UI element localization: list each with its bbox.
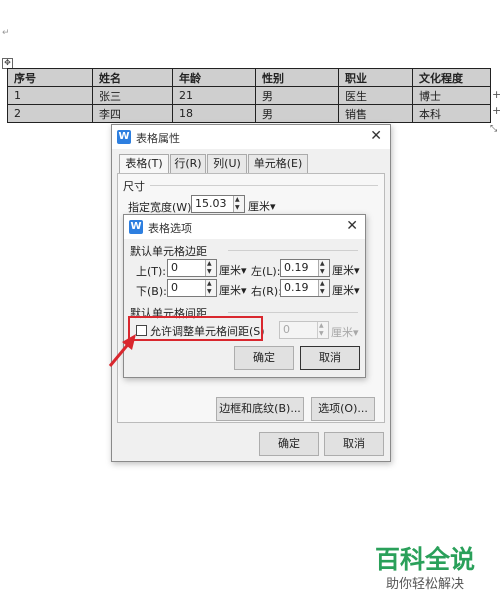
options-button[interactable]: 选项(O)... <box>311 397 375 421</box>
table-header-row: 序号 姓名 年龄 性别 职业 文化程度 <box>7 68 491 87</box>
close-icon[interactable]: ✕ <box>370 128 382 144</box>
table-cell[interactable]: 本科 <box>412 104 491 123</box>
table-header-cell[interactable]: 年龄 <box>172 68 256 87</box>
bottom-margin-spinner[interactable]: ▲ ▼ <box>205 280 216 296</box>
watermark-subtitle: 助你轻松解决 <box>386 577 465 592</box>
tab-cell[interactable]: 单元格(E) <box>248 154 308 173</box>
top-margin-spinner[interactable]: ▲ ▼ <box>205 260 216 276</box>
margins-section-divider <box>228 250 358 251</box>
table-header-cell[interactable]: 姓名 <box>92 68 173 87</box>
size-section-label: 尺寸 <box>123 180 145 193</box>
top-margin-label: 上(T): <box>136 265 167 278</box>
wps-app-icon: W <box>129 220 143 234</box>
width-input[interactable]: 15.03 ▲ ▼ <box>191 195 245 213</box>
margins-section-label: 默认单元格边距 <box>130 245 207 258</box>
table-header-cell[interactable]: 性别 <box>255 68 339 87</box>
tab-table[interactable]: 表格(T) <box>119 154 169 174</box>
dialog-title: 表格选项 <box>148 222 192 235</box>
bottom-margin-unit-select[interactable]: 厘米▾ <box>219 282 247 298</box>
left-margin-label: 左(L): <box>251 265 281 278</box>
right-margin-label: 右(R): <box>251 285 282 298</box>
top-margin-value: 0 <box>171 261 178 274</box>
annotation-arrow-icon <box>108 334 136 367</box>
top-margin-unit-select[interactable]: 厘米▾ <box>219 262 247 278</box>
spacing-spinner[interactable]: ▲ ▼ <box>317 322 328 338</box>
width-label: 指定宽度(W): <box>128 201 196 214</box>
right-margin-unit-select[interactable]: 厘米▾ <box>332 282 360 298</box>
cancel-button[interactable]: 取消 <box>324 432 384 456</box>
tab-bar: 表格(T) 行(R) 列(U) 单元格(E) <box>119 154 383 174</box>
left-margin-input[interactable]: 0.19 ▲ ▼ <box>280 259 330 277</box>
table-header-cell[interactable]: 职业 <box>338 68 413 87</box>
bottom-margin-label: 下(B): <box>136 285 167 298</box>
width-value: 15.03 <box>195 197 227 210</box>
ok-button[interactable]: 确定 <box>259 432 319 456</box>
wps-app-icon: W <box>117 130 131 144</box>
table-header-cell[interactable]: 文化程度 <box>412 68 491 87</box>
bottom-margin-value: 0 <box>171 281 178 294</box>
tab-column[interactable]: 列(U) <box>207 154 247 173</box>
left-margin-unit-select[interactable]: 厘米▾ <box>332 262 360 278</box>
table-cell[interactable]: 男 <box>255 104 339 123</box>
right-margin-value: 0.19 <box>284 281 309 294</box>
table-cell[interactable]: 男 <box>255 86 339 105</box>
right-margin-input[interactable]: 0.19 ▲ ▼ <box>280 279 330 297</box>
table-options-dialog: W 表格选项 ✕ 默认单元格边距 上(T): 0 ▲ ▼ 厘米▾ 左(L): 0.… <box>123 214 366 378</box>
watermark-title: 百科全说 <box>375 545 476 574</box>
add-row-icon[interactable]: + <box>492 104 500 117</box>
resize-table-icon[interactable]: ⤡ <box>490 124 497 134</box>
table-cell[interactable]: 销售 <box>338 104 413 123</box>
spacing-section-divider <box>228 312 358 313</box>
ok-button[interactable]: 确定 <box>234 346 294 370</box>
table-cell[interactable]: 博士 <box>412 86 491 105</box>
document-table: 序号 姓名 年龄 性别 职业 文化程度 1 张三 21 男 医生 博士 2 李四… <box>7 68 491 123</box>
close-icon[interactable]: ✕ <box>346 218 358 234</box>
dialog-titlebar[interactable]: W 表格选项 ✕ <box>124 215 365 239</box>
table-row: 1 张三 21 男 医生 博士 <box>7 86 491 105</box>
highlight-box <box>128 316 263 341</box>
spacing-unit-select[interactable]: 厘米▾ <box>331 324 359 340</box>
size-section-divider <box>150 185 378 186</box>
bottom-margin-input[interactable]: 0 ▲ ▼ <box>167 279 217 297</box>
table-cell[interactable]: 李四 <box>92 104 173 123</box>
table-header-cell[interactable]: 序号 <box>7 68 93 87</box>
right-margin-spinner[interactable]: ▲ ▼ <box>318 280 329 296</box>
width-unit-select[interactable]: 厘米▾ <box>248 198 276 214</box>
table-cell[interactable]: 18 <box>172 104 256 123</box>
add-column-icon[interactable]: + <box>492 88 500 101</box>
dialog-titlebar[interactable]: W 表格属性 ✕ <box>112 125 390 149</box>
top-margin-input[interactable]: 0 ▲ ▼ <box>167 259 217 277</box>
spacing-input[interactable]: 0 ▲ ▼ <box>279 321 329 339</box>
paragraph-mark: ↵ <box>2 28 10 38</box>
table-cell[interactable]: 21 <box>172 86 256 105</box>
width-spinner[interactable]: ▲ ▼ <box>233 196 244 212</box>
spacing-value: 0 <box>283 323 290 336</box>
table-row: 2 李四 18 男 销售 本科 <box>7 104 491 123</box>
dialog-title: 表格属性 <box>136 132 180 145</box>
table-cell[interactable]: 2 <box>7 104 93 123</box>
left-margin-spinner[interactable]: ▲ ▼ <box>318 260 329 276</box>
tab-row[interactable]: 行(R) <box>170 154 206 173</box>
borders-shading-button[interactable]: 边框和底纹(B)... <box>216 397 304 421</box>
table-cell[interactable]: 张三 <box>92 86 173 105</box>
cancel-button[interactable]: 取消 <box>300 346 360 370</box>
table-cell[interactable]: 1 <box>7 86 93 105</box>
table-cell[interactable]: 医生 <box>338 86 413 105</box>
left-margin-value: 0.19 <box>284 261 309 274</box>
